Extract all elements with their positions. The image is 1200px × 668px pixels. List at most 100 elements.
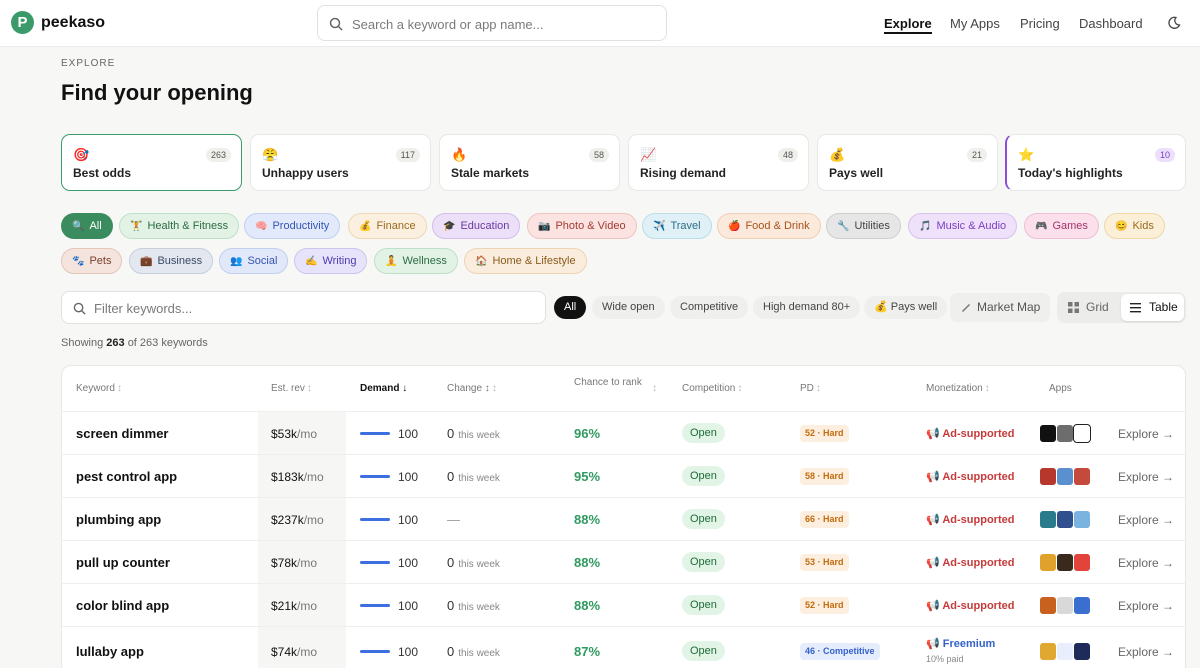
header-demand[interactable]: Demand ↓ bbox=[360, 383, 407, 394]
card-rising-demand[interactable]: 📈 48 Rising demand bbox=[628, 134, 809, 191]
table-row[interactable]: pest control app $183k/mo 100 0 this week… bbox=[62, 454, 1185, 497]
explore-link[interactable]: Explore → bbox=[1118, 427, 1174, 441]
header-pd[interactable]: PD ↕ bbox=[800, 383, 821, 394]
explore-link[interactable]: Explore → bbox=[1118, 513, 1174, 527]
chip-kids[interactable]: 😊 Kids bbox=[1104, 213, 1165, 239]
chip-utilities[interactable]: 🔧 Utilities bbox=[826, 213, 901, 239]
app-icon[interactable] bbox=[1056, 510, 1074, 529]
header-keyword[interactable]: Keyword ↕ bbox=[76, 383, 122, 394]
chip-home-lifestyle[interactable]: 🏠 Home & Lifestyle bbox=[464, 248, 587, 274]
app-icon[interactable] bbox=[1056, 553, 1074, 572]
header-change[interactable]: Change ↕ ↕ bbox=[447, 383, 497, 394]
header-chance-to-rank[interactable]: Chance to rank bbox=[574, 376, 654, 389]
app-icon[interactable] bbox=[1073, 467, 1091, 486]
header-chance-sort[interactable]: ↕ bbox=[650, 383, 657, 394]
app-icon[interactable] bbox=[1073, 596, 1091, 615]
app-icon[interactable] bbox=[1039, 553, 1057, 572]
app-icon[interactable] bbox=[1073, 642, 1091, 661]
table-row[interactable]: pull up counter $78k/mo 100 0 this week 8… bbox=[62, 540, 1185, 583]
app-icon[interactable] bbox=[1073, 553, 1091, 572]
chip-music-audio[interactable]: 🎵 Music & Audio bbox=[908, 213, 1018, 239]
app-icon[interactable] bbox=[1073, 424, 1091, 443]
keyword-cell[interactable]: pest control app bbox=[76, 469, 177, 484]
search-box[interactable] bbox=[317, 5, 667, 41]
table-row[interactable]: lullaby app $74k/mo 100 0 this week 87% O… bbox=[62, 626, 1185, 668]
table-row[interactable]: screen dimmer $53k/mo 100 0 this week 96%… bbox=[62, 411, 1185, 454]
keyword-cell[interactable]: screen dimmer bbox=[76, 426, 169, 441]
chip-finance[interactable]: 💰 Finance bbox=[348, 213, 427, 239]
header-competition[interactable]: Competition ↕ bbox=[682, 383, 742, 394]
chip-wellness[interactable]: 🧘 Wellness bbox=[374, 248, 458, 274]
chip-writing[interactable]: ✍️ Writing bbox=[294, 248, 368, 274]
segment-pays-well[interactable]: 💰 Pays well bbox=[864, 296, 948, 319]
table-view-button[interactable]: Table bbox=[1121, 294, 1184, 321]
logo-icon[interactable]: P bbox=[11, 11, 34, 34]
card-unhappy-users[interactable]: 😤 117 Unhappy users bbox=[250, 134, 431, 191]
app-icon[interactable] bbox=[1039, 424, 1057, 443]
chip-games[interactable]: 🎮 Games bbox=[1024, 213, 1099, 239]
card-todays-highlights[interactable]: ⭐ 10 Today's highlights bbox=[1005, 134, 1186, 191]
keyword-filter[interactable] bbox=[61, 291, 546, 324]
brand-name[interactable]: peekaso bbox=[41, 14, 105, 32]
chip-business[interactable]: 💼 Business bbox=[129, 248, 214, 274]
explore-link[interactable]: Explore → bbox=[1118, 470, 1174, 484]
card-label: Stale markets bbox=[451, 166, 530, 180]
search-input[interactable] bbox=[352, 14, 652, 34]
app-icon[interactable] bbox=[1039, 642, 1057, 661]
card-pays-well[interactable]: 💰 21 Pays well bbox=[817, 134, 998, 191]
search-icon bbox=[329, 17, 343, 31]
keyword-cell[interactable]: lullaby app bbox=[76, 644, 144, 659]
nav-pricing[interactable]: Pricing bbox=[1020, 16, 1060, 31]
market-map-button[interactable]: Market Map bbox=[950, 293, 1050, 322]
chip-label: Food & Drink bbox=[745, 220, 810, 232]
app-icon[interactable] bbox=[1039, 596, 1057, 615]
segment-high-demand[interactable]: High demand 80+ bbox=[753, 296, 861, 319]
nav-explore[interactable]: Explore bbox=[884, 16, 932, 34]
gamepad-icon: 🎮 bbox=[1035, 221, 1048, 232]
segment-competitive[interactable]: Competitive bbox=[670, 296, 749, 319]
competition-badge: Open bbox=[682, 595, 725, 615]
chip-pets[interactable]: 🐾 Pets bbox=[61, 248, 123, 274]
table-row[interactable]: color blind app $21k/mo 100 0 this week 8… bbox=[62, 583, 1185, 626]
demand-bar bbox=[360, 604, 390, 607]
nav-dashboard[interactable]: Dashboard bbox=[1079, 16, 1143, 31]
explore-link[interactable]: Explore → bbox=[1118, 556, 1174, 570]
chip-social[interactable]: 👥 Social bbox=[219, 248, 289, 274]
chip-productivity[interactable]: 🧠 Productivity bbox=[244, 213, 341, 239]
segment-wide-open[interactable]: Wide open bbox=[592, 296, 665, 319]
filter-input[interactable] bbox=[94, 299, 534, 317]
chip-food-drink[interactable]: 🍎 Food & Drink bbox=[717, 213, 821, 239]
app-icon[interactable] bbox=[1039, 467, 1057, 486]
app-icon[interactable] bbox=[1073, 510, 1091, 529]
keyword-cell[interactable]: color blind app bbox=[76, 598, 169, 613]
nav-my-apps[interactable]: My Apps bbox=[950, 16, 1000, 31]
keyword-cell[interactable]: pull up counter bbox=[76, 555, 170, 570]
competition-badge: Open bbox=[682, 552, 725, 572]
app-icon[interactable] bbox=[1056, 642, 1074, 661]
header-est-rev[interactable]: Est. rev ↕ bbox=[271, 383, 312, 394]
app-icon[interactable] bbox=[1056, 424, 1074, 443]
chip-health-fitness[interactable]: 🏋 Health & Fitness bbox=[119, 213, 240, 239]
grid-view-button[interactable]: Grid bbox=[1059, 294, 1119, 321]
rev-value: $53k bbox=[271, 427, 298, 441]
chip-travel[interactable]: ✈️ Travel bbox=[642, 213, 712, 239]
header-monetization[interactable]: Monetization ↕ bbox=[926, 383, 990, 394]
keyword-cell[interactable]: plumbing app bbox=[76, 512, 161, 527]
chip-education[interactable]: 🎓 Education bbox=[432, 213, 521, 239]
card-stale-markets[interactable]: 🔥 58 Stale markets bbox=[439, 134, 620, 191]
moon-icon[interactable] bbox=[1167, 16, 1181, 30]
app-icon[interactable] bbox=[1056, 596, 1074, 615]
monetization-cell: 📢 Freemium 10% paid bbox=[926, 637, 995, 664]
change-cell: 0 this week bbox=[447, 555, 500, 570]
card-best-odds[interactable]: 🎯 263 Best odds bbox=[61, 134, 242, 191]
explore-link[interactable]: Explore → bbox=[1118, 599, 1174, 613]
app-icon[interactable] bbox=[1039, 510, 1057, 529]
rev-cell: $74k/mo bbox=[271, 645, 317, 659]
chip-all[interactable]: 🔍 All bbox=[61, 213, 113, 239]
app-icon[interactable] bbox=[1056, 467, 1074, 486]
explore-link[interactable]: Explore → bbox=[1118, 645, 1174, 659]
chip-photo-video[interactable]: 📷 Photo & Video bbox=[527, 213, 637, 239]
segment-all[interactable]: All bbox=[554, 296, 587, 319]
table-row[interactable]: plumbing app $237k/mo 100 — 88% Open 66 … bbox=[62, 497, 1185, 540]
card-label: Best odds bbox=[73, 166, 132, 180]
